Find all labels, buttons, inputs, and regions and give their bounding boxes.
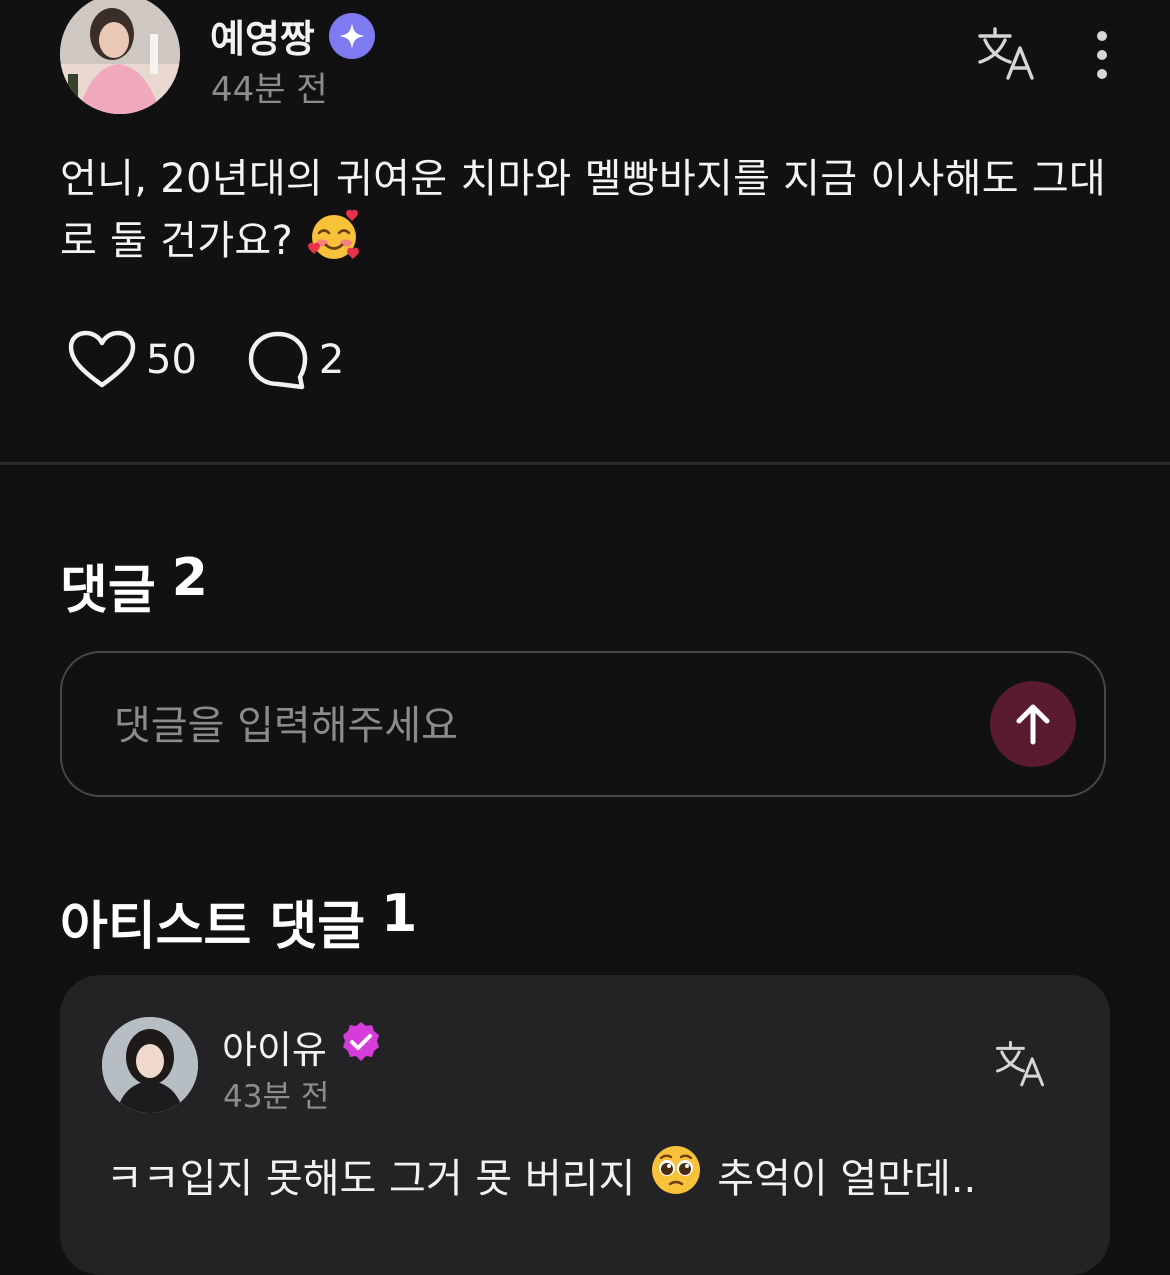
translate-icon[interactable]: [976, 26, 1036, 82]
heart-icon: [68, 330, 136, 388]
post-body: 언니, 20년대의 귀여운 치마와 멜빵바지를 지금 이사해도 그대로 둘 건가…: [60, 150, 1120, 278]
comment-button[interactable]: 2: [247, 330, 344, 390]
verified-star-icon: [328, 12, 375, 59]
author-name-row[interactable]: 예영짱: [210, 8, 375, 63]
arrow-up-icon: [1016, 704, 1050, 745]
post-timestamp: 44분 전: [211, 70, 328, 110]
artist-comment-text-start: ㅋㅋ입지 못해도 그거 못 버리지: [106, 1156, 636, 1202]
comments-heading-count: 2: [171, 548, 208, 608]
artist-comment-timestamp: 43분 전: [223, 1079, 330, 1115]
author-avatar[interactable]: [60, 0, 180, 114]
artist-name-row[interactable]: 아이유: [222, 1019, 383, 1074]
comment-count: 2: [318, 337, 345, 383]
verified-artist-icon: [339, 1020, 383, 1073]
artist-comments-heading-count: 1: [381, 884, 418, 944]
post-text: 언니, 20년대의 귀여운 치마와 멜빵바지를 지금 이사해도 그대로 둘 건가…: [60, 156, 1107, 264]
section-divider: [0, 462, 1170, 465]
like-button[interactable]: 50: [68, 330, 197, 390]
artist-comment-card[interactable]: 아이유 43분 전 ㅋㅋ입지 못해도 그거 못 버리지 추억이 얼만데..: [60, 975, 1110, 1275]
artist-comments-heading: 아티스트 댓글 1: [60, 884, 417, 959]
artist-comment-body: ㅋㅋ입지 못해도 그거 못 버리지 추억이 얼만데..: [106, 1143, 976, 1207]
more-options-icon[interactable]: [1088, 30, 1116, 80]
like-count: 50: [146, 337, 197, 383]
post-actions: 50 2: [68, 330, 344, 390]
comment-input[interactable]: [112, 693, 936, 759]
send-comment-button[interactable]: [990, 681, 1076, 767]
artist-avatar[interactable]: [102, 1017, 198, 1113]
artist-name[interactable]: 아이유: [222, 1019, 327, 1074]
comment-bubble-icon: [248, 331, 308, 390]
smiling-face-with-hearts-icon: [306, 208, 362, 278]
comments-heading-label: 댓글: [60, 561, 156, 621]
comment-input-box: [60, 651, 1106, 797]
author-name[interactable]: 예영짱: [210, 8, 315, 63]
artist-comments-heading-label: 아티스트 댓글: [60, 897, 366, 957]
artist-comment-text-end: 추억이 얼만데..: [717, 1156, 977, 1202]
pleading-face-icon: [649, 1143, 703, 1207]
comments-heading: 댓글 2: [60, 548, 208, 623]
artist-translate-icon[interactable]: [994, 1039, 1046, 1089]
